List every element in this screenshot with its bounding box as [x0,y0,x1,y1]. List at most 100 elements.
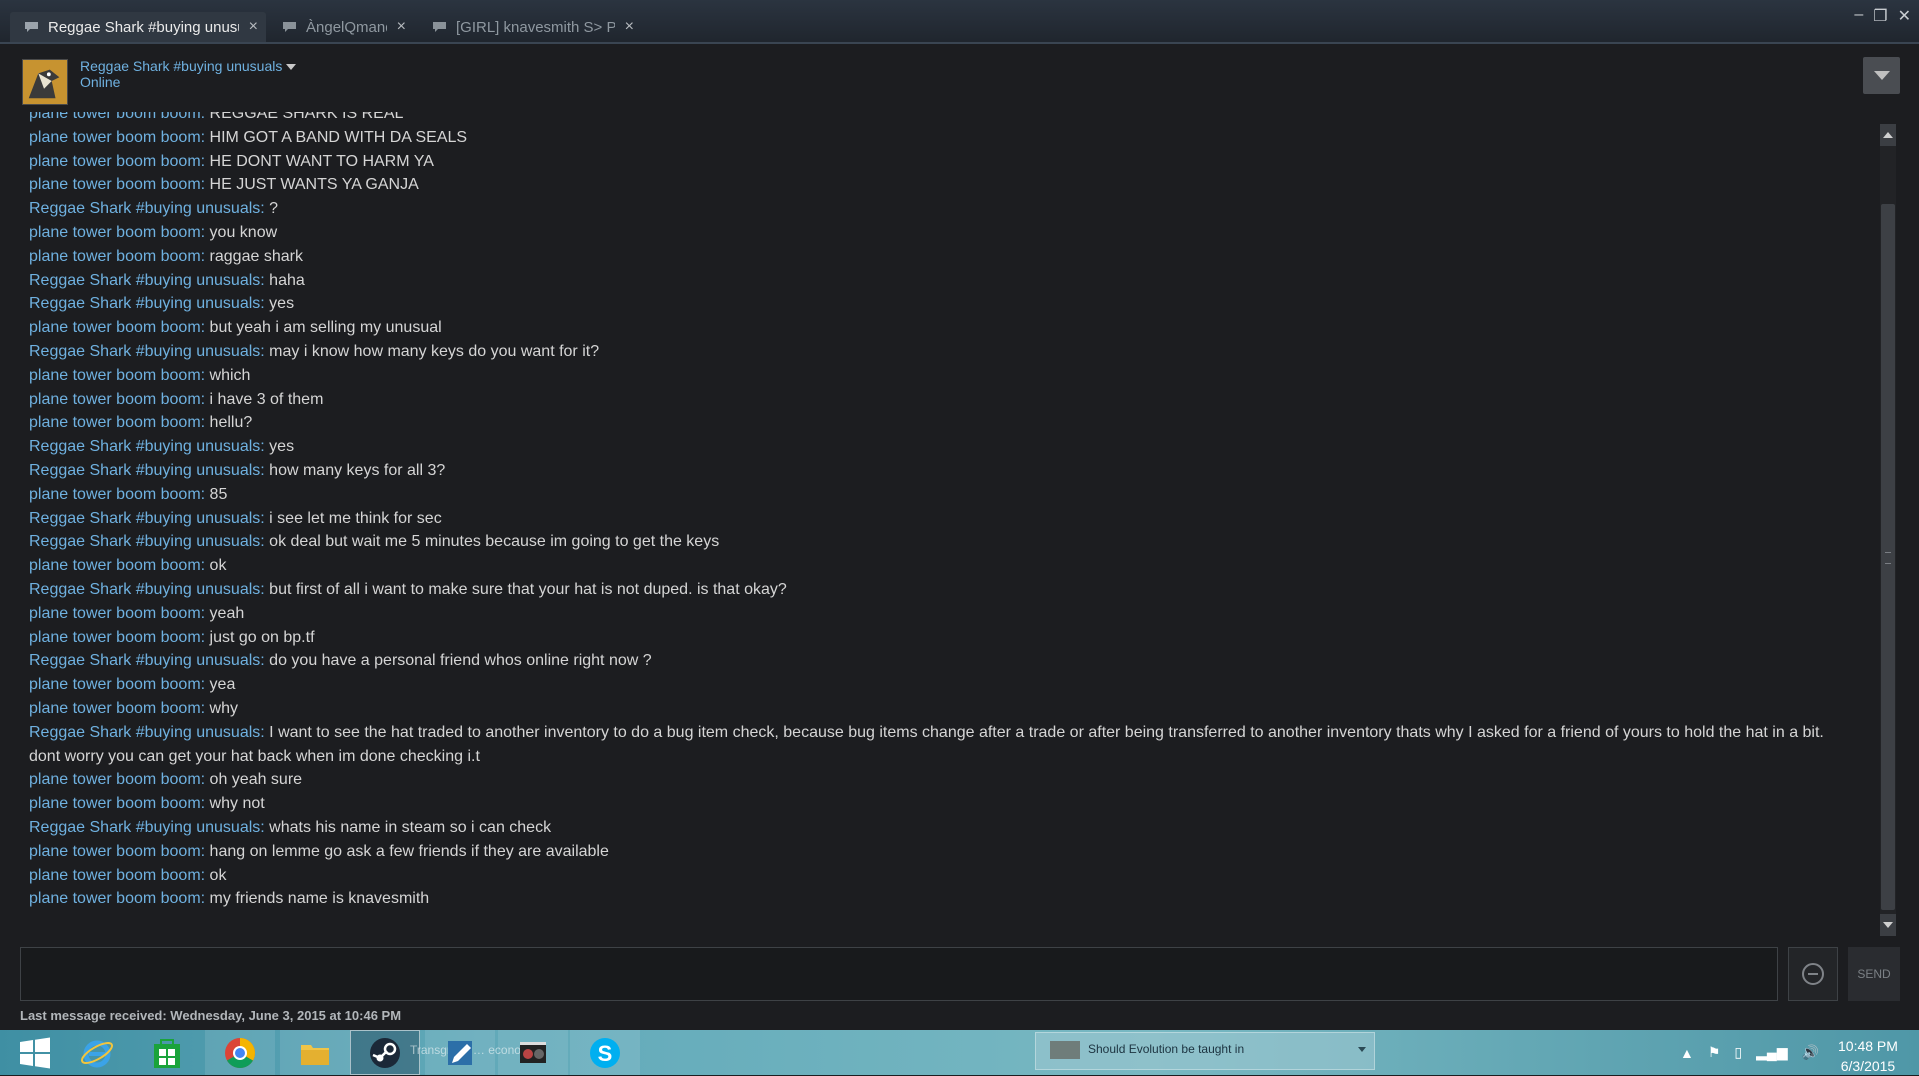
chat-message-input[interactable] [20,947,1778,1001]
message-sender[interactable]: plane tower boom boom [29,153,201,170]
message-text: hellu? [209,414,253,432]
message-sender[interactable]: plane tower boom boom [29,676,201,693]
tab-reggae-shark[interactable]: Reggae Shark #buying unusuals × [10,12,266,42]
sender-separator: : [200,366,210,384]
close-window-icon[interactable]: ✕ [1898,6,1911,26]
taskbar-chrome[interactable] [205,1030,275,1075]
show-hidden-icons-icon[interactable]: ▲ [1680,1045,1694,1061]
taskbar-skype[interactable]: S [570,1030,640,1075]
system-tray: ▲ ⚑ ▯ ▂▄▆ 🔊 [1680,1030,1819,1075]
taskbar-internet-explorer[interactable] [62,1030,132,1075]
message-sender[interactable]: plane tower boom boom [29,129,201,146]
taskbar-pencil-app[interactable] [425,1030,495,1075]
action-center-flag-icon[interactable]: ⚑ [1708,1044,1721,1061]
scrollbar[interactable] [1880,124,1896,936]
message-sender[interactable]: plane tower boom boom [29,843,201,860]
message-sender[interactable]: plane tower boom boom [29,557,201,574]
scroll-up-button[interactable] [1880,124,1896,146]
notification-text: Should Evolution be taught in [1088,1042,1245,1056]
tab-close-icon[interactable]: × [625,18,634,36]
message-text: yes [269,438,295,456]
taskbar-video-editor[interactable] [498,1030,568,1075]
message-log[interactable]: plane tower boom boom: REGGAE SHARK IS R… [0,112,1870,940]
message-sender[interactable]: plane tower boom boom [29,319,201,336]
message-sender[interactable]: plane tower boom boom [29,795,201,812]
send-button[interactable]: SEND [1848,947,1900,1001]
sender-separator: : [200,628,210,646]
message-sender[interactable]: plane tower boom boom [29,112,201,122]
message-sender[interactable]: Reggae Shark #buying unusuals [29,438,260,455]
message-text: you know [209,223,278,241]
message-sender[interactable]: plane tower boom boom [29,224,201,241]
volume-icon[interactable]: 🔊 [1802,1044,1819,1061]
message-sender[interactable]: plane tower boom boom [29,367,201,384]
chat-message: plane tower boom boom: but yeah i am sel… [29,316,1859,340]
taskbar-store[interactable] [132,1030,202,1075]
chevron-down-icon[interactable] [1358,1047,1366,1052]
message-sender[interactable]: Reggae Shark #buying unusuals [29,272,260,289]
message-text: I want to see the hat traded to another … [29,723,1824,765]
scroll-thumb[interactable] [1881,204,1895,910]
message-text: ok [209,557,227,575]
message-sender[interactable]: plane tower boom boom [29,414,201,431]
sender-separator: : [260,580,270,598]
chat-message: plane tower boom boom: ok [29,554,1859,578]
start-button[interactable] [0,1030,70,1075]
message-sender[interactable]: plane tower boom boom [29,771,201,788]
message-sender[interactable]: plane tower boom boom [29,391,201,408]
avatar[interactable] [22,59,68,105]
message-sender[interactable]: Reggae Shark #buying unusuals [29,581,260,598]
chat-message: plane tower boom boom: i have 3 of them [29,388,1859,412]
tab-close-icon[interactable]: × [249,18,258,36]
sender-separator: : [200,390,210,408]
message-sender[interactable]: Reggae Shark #buying unusuals [29,510,260,527]
message-sender[interactable]: plane tower boom boom [29,176,201,193]
sender-separator: : [260,271,270,289]
message-text: my friends name is knavesmith [209,890,430,908]
message-sender[interactable]: plane tower boom boom [29,248,201,265]
message-text: which [209,366,251,384]
minimize-icon[interactable]: – [1854,6,1863,26]
sender-separator: : [200,890,210,908]
maximize-icon[interactable]: ❐ [1873,6,1887,26]
message-sender[interactable]: plane tower boom boom [29,700,201,717]
persona-name[interactable]: Reggae Shark #buying unusuals [80,58,282,74]
scroll-down-button[interactable] [1880,914,1896,936]
chat-message: Reggae Shark #buying unusuals: i see let… [29,507,1859,531]
taskbar-file-explorer[interactable] [280,1030,350,1075]
sender-separator: : [260,295,270,313]
message-sender[interactable]: plane tower boom boom [29,867,201,884]
chat-options-button[interactable] [1863,57,1900,94]
message-sender[interactable]: Reggae Shark #buying unusuals [29,652,260,669]
taskbar-notification[interactable]: Should Evolution be taught in [1035,1032,1375,1070]
message-sender[interactable]: Reggae Shark #buying unusuals [29,724,260,741]
message-text: i see let me think for sec [269,509,442,527]
window-controls: – ❐ ✕ [1854,6,1911,26]
message-sender[interactable]: Reggae Shark #buying unusuals [29,533,260,550]
tab-knavesmith[interactable]: [GIRL] knavesmith S> Pg.1 × [418,12,642,42]
message-sender[interactable]: plane tower boom boom [29,605,201,622]
battery-icon[interactable]: ▯ [1734,1044,1742,1061]
tab-angelqmander[interactable]: ÀngelQmander × [268,12,414,42]
chat-message: plane tower boom boom: just go on bp.tf [29,626,1859,650]
network-signal-icon[interactable]: ▂▄▆ [1756,1044,1787,1061]
message-text: yes [269,295,295,313]
chat-message: plane tower boom boom: oh yeah sure [29,768,1859,792]
message-text: 85 [209,485,228,503]
persona-dropdown-icon[interactable] [286,64,296,70]
sender-separator: : [200,414,210,432]
tab-close-icon[interactable]: × [397,18,406,36]
message-sender[interactable]: plane tower boom boom [29,890,201,907]
emoticon-button[interactable] [1788,947,1838,1001]
message-sender[interactable]: Reggae Shark #buying unusuals [29,343,260,360]
taskbar-clock[interactable]: 10:48 PM 6/3/2015 [1838,1036,1898,1076]
message-sender[interactable]: Reggae Shark #buying unusuals [29,200,260,217]
message-sender[interactable]: plane tower boom boom [29,629,201,646]
last-message-timestamp: Last message received: Wednesday, June 3… [20,1008,402,1023]
message-sender[interactable]: Reggae Shark #buying unusuals [29,295,260,312]
message-sender[interactable]: Reggae Shark #buying unusuals [29,819,260,836]
sender-separator: : [200,176,210,194]
message-sender[interactable]: Reggae Shark #buying unusuals [29,462,260,479]
message-sender[interactable]: plane tower boom boom [29,486,201,503]
scroll-grip-icon [1885,552,1891,564]
